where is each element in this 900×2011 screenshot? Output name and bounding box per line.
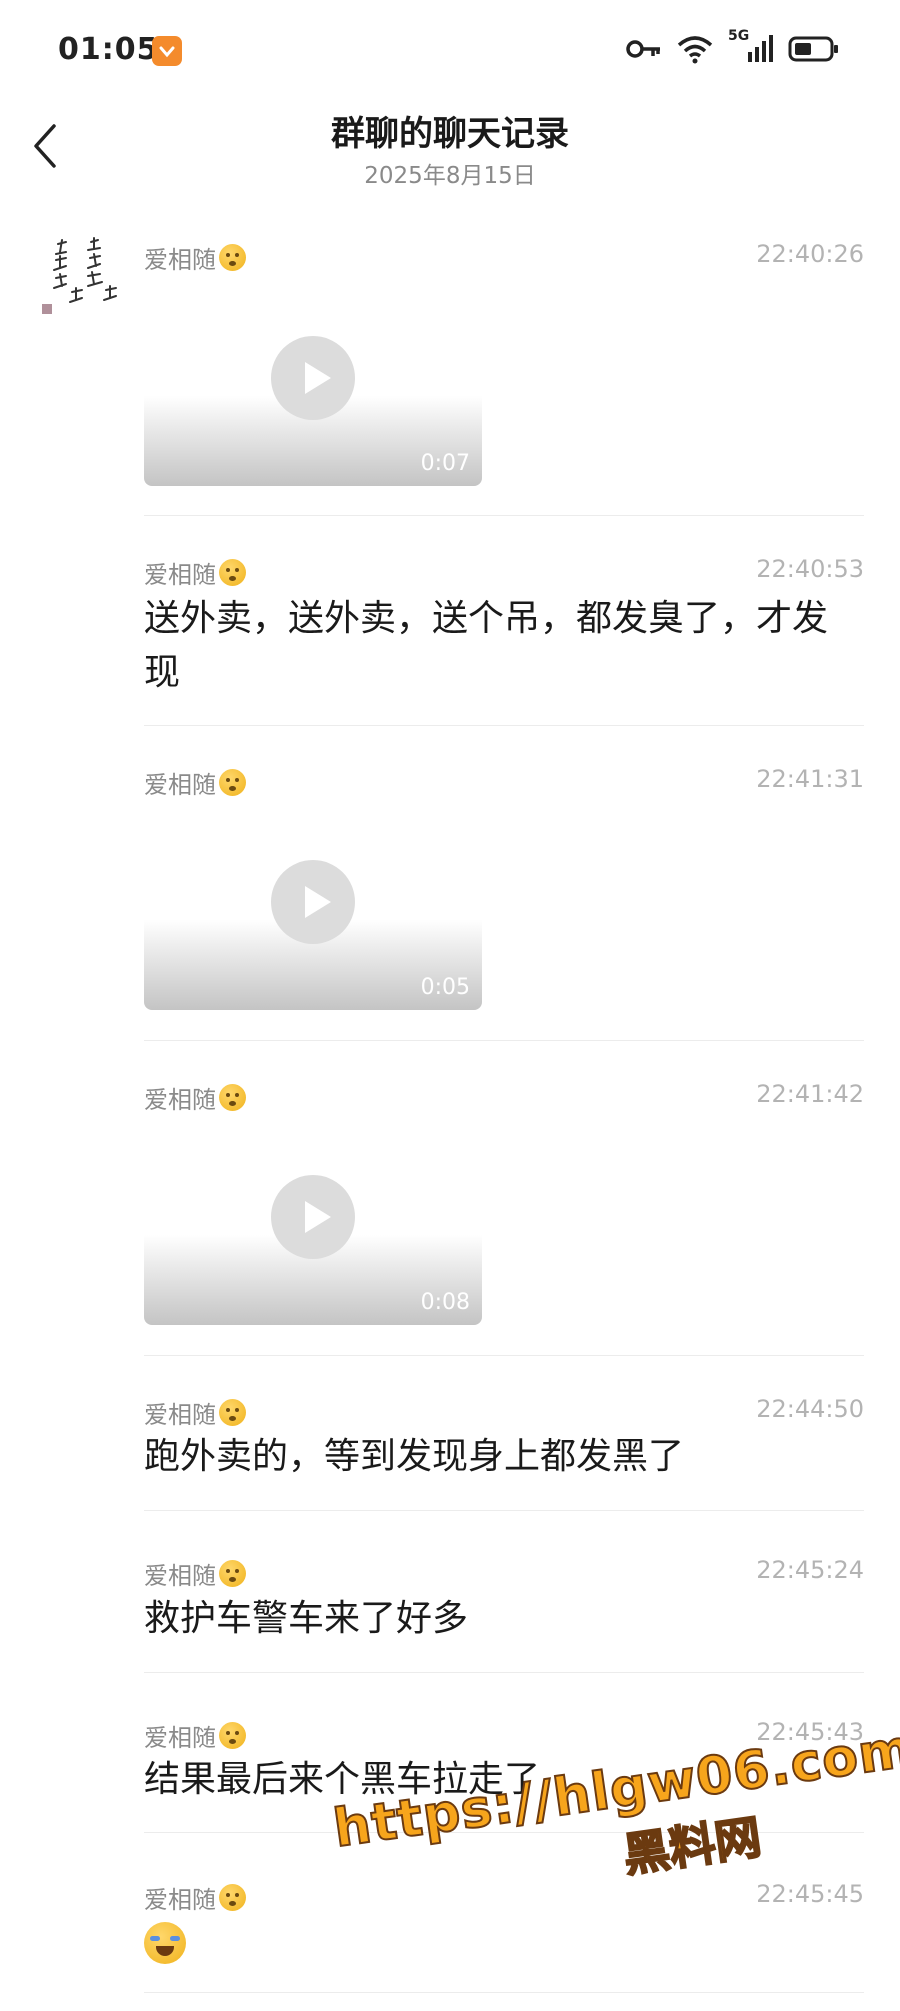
sender-name: 爱相随 bbox=[144, 1395, 246, 1430]
sender-name: 爱相随 bbox=[144, 1080, 246, 1115]
key-icon bbox=[626, 40, 660, 58]
hushed-face-icon bbox=[219, 1399, 246, 1426]
message-time: 22:44:50 bbox=[756, 1395, 864, 1423]
crying-laughing-emoji-icon bbox=[144, 1922, 186, 1964]
battery-icon bbox=[788, 36, 838, 62]
message-time: 22:40:26 bbox=[756, 240, 864, 268]
message-text: 跑外卖的，等到发现身上都发黑了 bbox=[144, 1436, 685, 1477]
hushed-face-icon bbox=[219, 1722, 246, 1749]
divider bbox=[144, 515, 864, 516]
video-duration: 0:05 bbox=[420, 975, 470, 1000]
play-icon[interactable] bbox=[271, 860, 355, 944]
divider bbox=[144, 1040, 864, 1041]
hushed-face-icon bbox=[219, 244, 246, 271]
page-date: 2025年8月15日 bbox=[364, 163, 536, 189]
divider bbox=[144, 1355, 864, 1356]
hushed-face-icon bbox=[219, 1560, 246, 1587]
play-icon[interactable] bbox=[271, 1175, 355, 1259]
message-text: 救护车警车来了好多 bbox=[144, 1598, 469, 1639]
app-notification-icon bbox=[152, 36, 182, 66]
message-time: 22:41:31 bbox=[756, 765, 864, 793]
status-time: 01:05 bbox=[58, 32, 159, 67]
sender-name: 爱相随 bbox=[144, 1556, 246, 1591]
sender-name: 爱相随 bbox=[144, 1718, 246, 1753]
hushed-face-icon bbox=[219, 769, 246, 796]
hushed-face-icon bbox=[219, 1084, 246, 1111]
message-text: 送外卖，送外卖，送个吊，都发臭了，才发现 bbox=[144, 598, 829, 693]
video-message[interactable]: 0:08 bbox=[144, 1175, 482, 1325]
video-message[interactable]: 0:05 bbox=[144, 860, 482, 1010]
divider bbox=[144, 1672, 864, 1673]
sender-name: 爱相随 bbox=[144, 765, 246, 800]
sender-name: 爱相随 bbox=[144, 555, 246, 590]
video-message[interactable]: 0:07 bbox=[144, 336, 482, 486]
message-time: 22:45:45 bbox=[756, 1880, 864, 1908]
divider bbox=[144, 1992, 864, 1993]
status-bar: 01:05 5G bbox=[0, 0, 900, 100]
status-icons: 5G bbox=[626, 28, 840, 64]
sender-name: 爱相随 bbox=[144, 1880, 246, 1915]
signal-icon: 5G bbox=[728, 28, 774, 64]
message-time: 22:40:53 bbox=[756, 555, 864, 583]
wifi-icon bbox=[677, 36, 713, 64]
video-duration: 0:07 bbox=[420, 451, 470, 476]
hushed-face-icon bbox=[219, 1884, 246, 1911]
page-title: 群聊的聊天记录 bbox=[331, 114, 569, 154]
divider bbox=[144, 725, 864, 726]
video-duration: 0:08 bbox=[420, 1290, 470, 1315]
play-icon[interactable] bbox=[271, 336, 355, 420]
message-time: 22:41:42 bbox=[756, 1080, 864, 1108]
sender-name: 爱相随 bbox=[144, 240, 246, 275]
hushed-face-icon bbox=[219, 559, 246, 586]
divider bbox=[144, 1510, 864, 1511]
message-time: 22:45:24 bbox=[756, 1556, 864, 1584]
avatar[interactable] bbox=[36, 232, 122, 322]
